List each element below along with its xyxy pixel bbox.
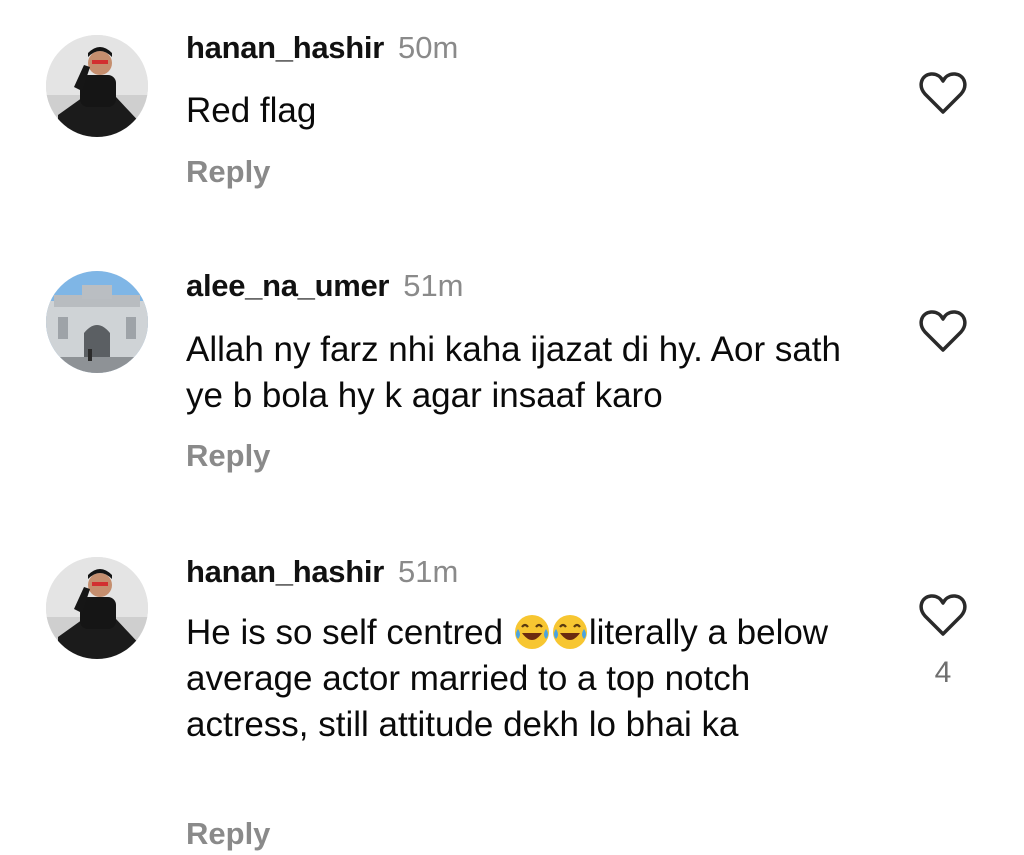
heart-outline-icon xyxy=(919,594,967,636)
heart-outline-icon xyxy=(919,72,967,114)
reply-button[interactable]: Reply xyxy=(186,816,270,852)
comment-text: Allah ny farz nhi kaha ijazat di hy. Aor… xyxy=(186,330,841,415)
reply-button[interactable]: Reply xyxy=(186,438,270,474)
username[interactable]: hanan_hashir xyxy=(186,554,384,589)
face-with-tears-of-joy-icon xyxy=(513,613,551,651)
comment-header: hanan_hashir 50m xyxy=(186,30,458,66)
reply-button[interactable]: Reply xyxy=(186,154,270,190)
timestamp: 51m xyxy=(403,268,464,303)
comment-text-part: He is so self centred xyxy=(186,613,513,652)
like-button[interactable] xyxy=(918,592,968,638)
comment-text: Red flag xyxy=(186,91,317,130)
heart-outline-icon xyxy=(919,310,967,352)
man-in-black-shirt-avatar-icon xyxy=(46,35,148,137)
comment-header: hanan_hashir 51m xyxy=(186,554,458,590)
timestamp: 51m xyxy=(397,554,459,589)
like-button[interactable] xyxy=(918,308,968,354)
face-with-tears-of-joy-icon xyxy=(551,613,589,651)
avatar[interactable] xyxy=(46,35,148,137)
username[interactable]: hanan_hashir xyxy=(186,30,384,65)
username[interactable]: alee_na_umer xyxy=(186,268,390,303)
man-in-black-shirt-avatar-icon xyxy=(46,557,148,659)
timestamp: 50m xyxy=(397,30,459,65)
like-count: 4 xyxy=(934,656,952,689)
comment-header: alee_na_umer 51m xyxy=(186,268,464,304)
comment-text: He is so self centred literally a below … xyxy=(186,610,846,748)
avatar[interactable] xyxy=(46,271,148,373)
palace-building-avatar-icon xyxy=(46,271,148,373)
like-button[interactable] xyxy=(918,70,968,116)
avatar[interactable] xyxy=(46,557,148,659)
